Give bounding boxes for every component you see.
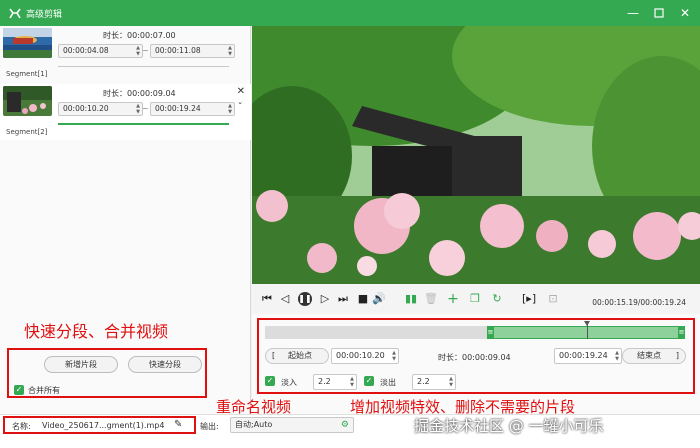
segment-progress xyxy=(58,123,229,125)
delete-icon[interactable]: 🗑 xyxy=(424,292,438,306)
copy-icon[interactable]: ❐ xyxy=(468,292,482,306)
output-label: 输出: xyxy=(200,422,219,431)
next-frame-icon[interactable]: ▷ xyxy=(318,292,332,306)
gear-icon: ⚙ xyxy=(340,420,349,430)
segment-thumbnail xyxy=(3,86,52,116)
time-readout: 00:00:15.19/00:00:19.24 xyxy=(592,298,686,307)
segment-item-2[interactable]: 时长：00:00:09.04 00:00:10.20 ▲ ▼ ~ 00:00:19… xyxy=(0,84,251,140)
spinner-icon: ▲ ▼ xyxy=(228,103,232,115)
duration-label: 时长：00:00:09.04 xyxy=(438,353,511,362)
segment-item-1[interactable]: 时长：00:00:07.00 00:00:04.08 ▲ ▼ ~ 00:00:11… xyxy=(0,26,251,82)
video-preview[interactable] xyxy=(252,26,700,284)
segment-start-field[interactable]: 00:00:10.20 ▲ ▼ xyxy=(58,102,143,116)
segment-end-field[interactable]: 00:00:19.24 ▲ ▼ xyxy=(150,102,235,116)
fade-in-checkbox[interactable]: ✓ xyxy=(265,376,275,386)
selected-range[interactable] xyxy=(487,326,683,339)
minimize-icon[interactable]: — xyxy=(624,4,642,22)
annotation-quick-split: 快速分段、合并视频 xyxy=(24,322,169,341)
fade-out-field[interactable]: 2.2 ▲ ▼ xyxy=(412,374,456,390)
segment-thumbnail xyxy=(3,28,52,58)
crop-icon[interactable]: ⊡ xyxy=(546,292,560,306)
segment-label: Segment[2] xyxy=(6,128,48,136)
segment-duration: 时长：00:00:07.00 xyxy=(103,31,176,40)
end-time-field[interactable]: 00:00:19.24 ▲ ▼ xyxy=(554,348,622,364)
fade-out-label: 淡出 xyxy=(380,378,396,387)
name-label: 名称: xyxy=(12,422,31,431)
fade-in-label: 淡入 xyxy=(281,378,297,387)
range-start-handle[interactable]: ≡ xyxy=(487,326,494,339)
pause-icon[interactable]: ❚❚ xyxy=(298,292,312,306)
remove-segment-icon[interactable]: ✕ xyxy=(237,86,245,97)
segment-panel: 时长：00:00:07.00 00:00:04.08 ▲ ▼ ~ 00:00:11… xyxy=(0,26,251,414)
merge-all-checkbox[interactable]: ✓ xyxy=(14,385,24,395)
spinner-icon: ▲ ▼ xyxy=(228,45,232,57)
segment-duration: 时长：00:00:09.04 xyxy=(103,89,176,98)
maximize-icon[interactable] xyxy=(650,4,668,22)
timeline-track[interactable]: ≡ ≡ xyxy=(265,321,685,339)
app-logo-icon xyxy=(9,8,21,19)
segment-end-field[interactable]: 00:00:11.08 ▲ ▼ xyxy=(150,44,235,58)
spinner-icon: ▲ ▼ xyxy=(136,45,140,57)
watermark: 掘金技术社区 @ 一罐小可乐 xyxy=(414,417,604,435)
annotation-rename: 重命名视频 xyxy=(216,398,292,416)
split-icon[interactable]: ▮▮ xyxy=(404,292,418,306)
playhead[interactable] xyxy=(584,321,590,339)
segment-progress xyxy=(58,66,229,67)
fade-in-field[interactable]: 2.2 ▲ ▼ xyxy=(313,374,357,390)
stop-icon[interactable]: ■ xyxy=(356,292,370,306)
segment-label: Segment[1] xyxy=(6,70,48,78)
add-icon[interactable]: + xyxy=(446,292,460,306)
spinner-icon: ▲ ▼ xyxy=(449,376,453,388)
title-bar: 高级剪辑 — ✕ xyxy=(0,0,700,26)
player-controls: ⏮ ◁ ❚❚ ▷ ⏭ ■ 🔊 ▮▮ 🗑 + ❐ ↻ [▸] ⊡ 00:00:15… xyxy=(252,284,700,314)
window-title: 高级剪辑 xyxy=(26,10,63,20)
mark-in-out-icon[interactable]: [▸] xyxy=(522,292,536,306)
add-segment-button[interactable]: 新增片段 xyxy=(44,356,118,373)
close-icon[interactable]: ✕ xyxy=(676,4,694,22)
output-select[interactable]: 自动;Auto ⚙ xyxy=(230,417,354,433)
annotation-effects: 增加视频特效、删除不需要的片段 xyxy=(350,398,576,416)
start-time-field[interactable]: 00:00:10.20 ▲ ▼ xyxy=(331,348,399,364)
jump-end-icon[interactable]: ⏭ xyxy=(336,292,350,306)
jump-start-icon[interactable]: ⏮ xyxy=(260,292,274,306)
set-start-button[interactable]: [ 起始点 xyxy=(265,348,329,364)
edit-name-icon[interactable]: ✎ xyxy=(174,419,182,430)
spinner-icon: ▲ ▼ xyxy=(350,376,354,388)
volume-icon[interactable]: 🔊 xyxy=(372,292,386,306)
spinner-icon: ▲ ▼ xyxy=(615,350,619,362)
chevron-down-icon[interactable]: ⌄ xyxy=(237,98,243,106)
merge-all-label: 合并所有 xyxy=(28,386,60,395)
segment-start-field[interactable]: 00:00:04.08 ▲ ▼ xyxy=(58,44,143,58)
spinner-icon: ▲ ▼ xyxy=(392,350,396,362)
spinner-icon: ▲ ▼ xyxy=(136,103,140,115)
quick-split-button[interactable]: 快速分段 xyxy=(128,356,202,373)
file-name-field[interactable]: Video_250617...gment(1).mp4 xyxy=(42,421,164,430)
reset-icon[interactable]: ↻ xyxy=(490,292,504,306)
set-end-button[interactable]: 结束点 ] xyxy=(622,348,686,364)
fade-out-checkbox[interactable]: ✓ xyxy=(364,376,374,386)
range-end-handle[interactable]: ≡ xyxy=(678,326,685,339)
prev-frame-icon[interactable]: ◁ xyxy=(278,292,292,306)
